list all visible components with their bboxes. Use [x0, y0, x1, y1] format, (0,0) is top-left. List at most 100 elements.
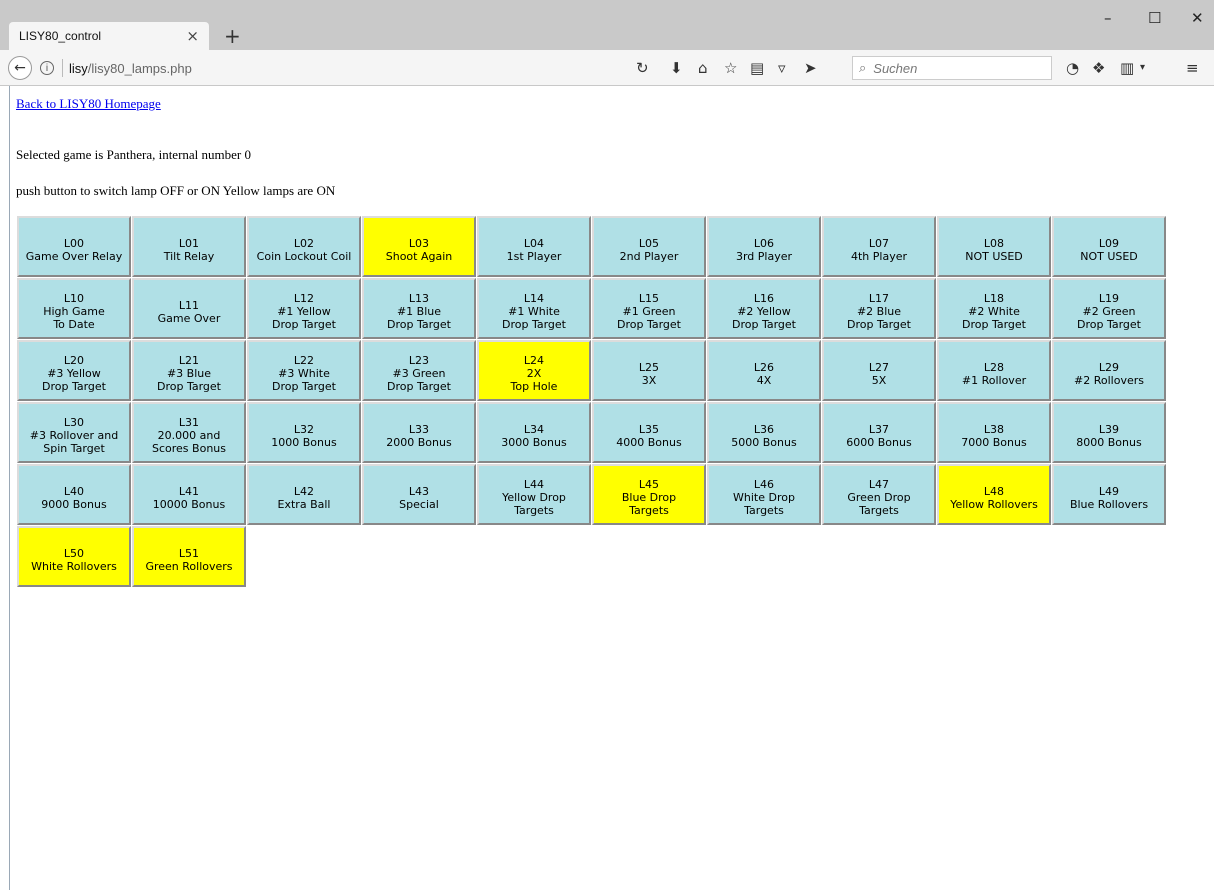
- lamp-button-l49[interactable]: L49 Blue Rollovers: [1052, 464, 1166, 525]
- lamp-button-l34[interactable]: L34 3000 Bonus: [477, 402, 591, 463]
- lamp-button-l13[interactable]: L13 #1 Blue Drop Target: [362, 278, 476, 339]
- bookmark-star-icon[interactable]: ☆: [724, 59, 737, 77]
- lamp-button-l07[interactable]: L07 4th Player: [822, 216, 936, 277]
- lamp-button-l48[interactable]: L48 Yellow Rollovers: [937, 464, 1051, 525]
- lamp-button-l43[interactable]: L43 Special: [362, 464, 476, 525]
- lamp-id: L26: [753, 360, 775, 374]
- lamp-button-l44[interactable]: L44 Yellow Drop Targets: [477, 464, 591, 525]
- clipboard-icon[interactable]: ▥: [1120, 59, 1134, 77]
- lamp-button-l06[interactable]: L06 3rd Player: [707, 216, 821, 277]
- send-icon[interactable]: ➤: [804, 59, 817, 77]
- lamp-label: Shoot Again: [385, 249, 453, 263]
- search-box[interactable]: ⌕: [852, 56, 1052, 80]
- lamp-button-l02[interactable]: L02 Coin Lockout Coil: [247, 216, 361, 277]
- lamp-button-l50[interactable]: L50 White Rollovers: [17, 526, 131, 587]
- lamp-button-l39[interactable]: L39 8000 Bonus: [1052, 402, 1166, 463]
- lamp-label: Yellow Drop Targets: [502, 491, 566, 517]
- lamp-label: 1000 Bonus: [271, 435, 337, 449]
- lamp-button-l27[interactable]: L27 5X: [822, 340, 936, 401]
- url-bar[interactable]: i lisy/lisy80_lamps.php: [34, 57, 626, 79]
- lamp-button-l51[interactable]: L51 Green Rollovers: [132, 526, 246, 587]
- lamp-id: L50: [63, 546, 85, 560]
- lamp-button-l41[interactable]: L41 10000 Bonus: [132, 464, 246, 525]
- reload-icon[interactable]: ↻: [636, 59, 649, 77]
- lamp-button-l03[interactable]: L03 Shoot Again: [362, 216, 476, 277]
- lamp-button-l22[interactable]: L22 #3 White Drop Target: [247, 340, 361, 401]
- dropdown-arrow-icon[interactable]: ▾: [1140, 59, 1145, 77]
- back-to-homepage-link[interactable]: Back to LISY80 Homepage: [16, 96, 161, 112]
- lamp-button-l10[interactable]: L10 High Game To Date: [17, 278, 131, 339]
- download-icon[interactable]: ⬇: [670, 59, 683, 77]
- lamp-label: 2X Top Hole: [510, 367, 558, 393]
- maximize-button[interactable]: ☐: [1148, 8, 1161, 28]
- lamp-id: L36: [753, 422, 775, 436]
- lamp-button-l01[interactable]: L01 Tilt Relay: [132, 216, 246, 277]
- lamp-button-l21[interactable]: L21 #3 Blue Drop Target: [132, 340, 246, 401]
- lamp-button-l25[interactable]: L25 3X: [592, 340, 706, 401]
- lamp-button-l35[interactable]: L35 4000 Bonus: [592, 402, 706, 463]
- lamp-button-l08[interactable]: L08 NOT USED: [937, 216, 1051, 277]
- lamp-label: 4th Player: [850, 249, 907, 263]
- bookmarks-library-icon[interactable]: ▤: [750, 59, 764, 77]
- lamp-button-l31[interactable]: L31 20.000 and Scores Bonus: [132, 402, 246, 463]
- pocket-icon[interactable]: ▿: [778, 59, 786, 77]
- lamp-button-l36[interactable]: L36 5000 Bonus: [707, 402, 821, 463]
- lamp-button-l18[interactable]: L18 #2 White Drop Target: [937, 278, 1051, 339]
- lamp-button-l26[interactable]: L26 4X: [707, 340, 821, 401]
- lamp-id: L32: [293, 422, 315, 436]
- lamp-button-l17[interactable]: L17 #2 Blue Drop Target: [822, 278, 936, 339]
- lamp-button-l00[interactable]: L00 Game Over Relay: [17, 216, 131, 277]
- extension-icon[interactable]: ❖: [1092, 59, 1105, 77]
- lamp-button-l19[interactable]: L19 #2 Green Drop Target: [1052, 278, 1166, 339]
- lamp-id: L40: [63, 484, 85, 498]
- lamp-label: 1st Player: [506, 249, 562, 263]
- close-window-button[interactable]: ✕: [1191, 8, 1204, 28]
- history-icon[interactable]: ◔: [1066, 59, 1079, 77]
- lamp-button-l23[interactable]: L23 #3 Green Drop Target: [362, 340, 476, 401]
- lamp-button-l33[interactable]: L33 2000 Bonus: [362, 402, 476, 463]
- lamp-label: 3rd Player: [735, 249, 793, 263]
- lamp-label: #1 Green Drop Target: [617, 305, 681, 331]
- lamp-button-l14[interactable]: L14 #1 White Drop Target: [477, 278, 591, 339]
- lamp-button-l05[interactable]: L05 2nd Player: [592, 216, 706, 277]
- lamp-button-l24[interactable]: L24 2X Top Hole: [477, 340, 591, 401]
- lamp-id: L16: [753, 292, 775, 305]
- lamp-button-l04[interactable]: L04 1st Player: [477, 216, 591, 277]
- lamp-button-l47[interactable]: L47 Green Drop Targets: [822, 464, 936, 525]
- menu-hamburger-icon[interactable]: ≡: [1186, 59, 1199, 77]
- minimize-button[interactable]: –: [1104, 8, 1112, 28]
- lamp-button-l40[interactable]: L40 9000 Bonus: [17, 464, 131, 525]
- lamp-id: L27: [868, 360, 890, 374]
- lamp-button-l09[interactable]: L09 NOT USED: [1052, 216, 1166, 277]
- lamp-button-l20[interactable]: L20 #3 Yellow Drop Target: [17, 340, 131, 401]
- lamp-button-l12[interactable]: L12 #1 Yellow Drop Target: [247, 278, 361, 339]
- lamp-id: L38: [983, 422, 1005, 436]
- tab-lisy80-control[interactable]: LISY80_control ×: [9, 22, 209, 50]
- lamp-button-l46[interactable]: L46 White Drop Targets: [707, 464, 821, 525]
- lamp-id: L28: [983, 360, 1005, 374]
- lamp-button-l28[interactable]: L28 #1 Rollover: [937, 340, 1051, 401]
- lamp-button-l16[interactable]: L16 #2 Yellow Drop Target: [707, 278, 821, 339]
- lamp-button-l11[interactable]: L11 Game Over: [132, 278, 246, 339]
- lamp-label: 2nd Player: [619, 249, 679, 263]
- lamp-button-l42[interactable]: L42 Extra Ball: [247, 464, 361, 525]
- lamp-label: Game Over: [157, 311, 221, 325]
- home-icon[interactable]: ⌂: [698, 59, 708, 77]
- lamp-label: 4X: [756, 373, 772, 387]
- lamp-button-l45[interactable]: L45 Blue Drop Targets: [592, 464, 706, 525]
- lamp-button-l29[interactable]: L29 #2 Rollovers: [1052, 340, 1166, 401]
- info-icon[interactable]: i: [40, 61, 54, 75]
- tab-close-icon[interactable]: ×: [186, 27, 199, 45]
- lamp-label: #3 Yellow Drop Target: [42, 367, 106, 393]
- search-icon: ⌕: [859, 60, 867, 76]
- lamp-button-l15[interactable]: L15 #1 Green Drop Target: [592, 278, 706, 339]
- lamp-button-l32[interactable]: L32 1000 Bonus: [247, 402, 361, 463]
- lamp-label: #1 White Drop Target: [502, 305, 566, 331]
- lamp-button-l38[interactable]: L38 7000 Bonus: [937, 402, 1051, 463]
- search-input[interactable]: [871, 59, 1036, 77]
- back-button[interactable]: ←: [8, 56, 32, 80]
- new-tab-button[interactable]: +: [224, 24, 241, 48]
- lamp-button-l37[interactable]: L37 6000 Bonus: [822, 402, 936, 463]
- lamp-id: L00: [63, 236, 85, 250]
- lamp-button-l30[interactable]: L30 #3 Rollover and Spin Target: [17, 402, 131, 463]
